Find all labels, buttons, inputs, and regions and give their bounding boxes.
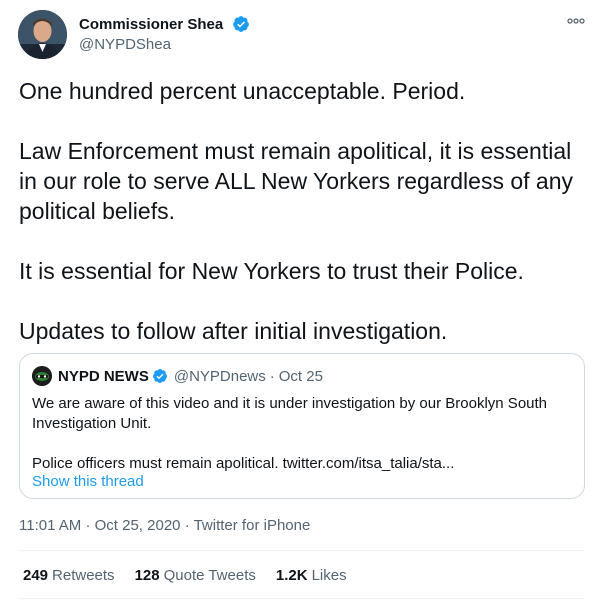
author-block: Commissioner Shea @NYPDShea — [79, 15, 250, 53]
likes-count: 1.2K — [275, 567, 308, 584]
likes-label: Likes — [311, 567, 347, 584]
more-options-icon[interactable] — [566, 14, 586, 28]
quoted-verified-icon — [152, 369, 167, 383]
tweet-meta: 11:01 AM · Oct 25, 2020 · Twitter for iP… — [19, 517, 310, 534]
tweet-date[interactable]: Oct 25, 2020 — [95, 517, 181, 534]
quoted-tweet-header: NYPD NEWS @NYPDnews · Oct 25 — [32, 366, 323, 386]
tweet-source[interactable]: Twitter for iPhone — [194, 517, 311, 534]
meta-separator: · — [184, 517, 190, 534]
quoted-author-name: NYPD NEWS — [58, 367, 149, 385]
quote-tweets-count: 128 — [134, 567, 160, 584]
author-avatar-image — [18, 10, 67, 59]
divider — [19, 598, 585, 599]
quoted-separator: · — [269, 367, 275, 385]
likes-stat[interactable]: 1.2K Likes — [276, 567, 347, 584]
tweet-time[interactable]: 11:01 AM — [19, 517, 81, 534]
retweets-label: Retweets — [52, 567, 115, 584]
quote-tweets-label: Quote Tweets — [163, 567, 256, 584]
show-thread-link[interactable]: Show this thread — [32, 473, 144, 490]
retweets-stat[interactable]: 249 Retweets — [23, 567, 115, 584]
quoted-author-handle: @NYPDnews — [173, 367, 266, 385]
quoted-tweet[interactable]: NYPD NEWS @NYPDnews · Oct 25 We are awar… — [19, 353, 585, 499]
quoted-avatar — [32, 366, 52, 386]
meta-separator: · — [85, 517, 91, 534]
verified-icon — [232, 16, 249, 32]
tweet-text: One hundred percent unacceptable. Period… — [19, 78, 573, 344]
quoted-date: Oct 25 — [278, 367, 323, 385]
author-handle[interactable]: @NYPDShea — [79, 36, 250, 53]
nypd-logo-icon — [32, 366, 52, 386]
retweets-count: 249 — [23, 567, 49, 584]
quoted-tweet-text: We are aware of this video and it is und… — [32, 395, 548, 472]
tweet-stats: 249 Retweets 128 Quote Tweets 1.2K Likes — [23, 567, 367, 584]
author-name[interactable]: Commissioner Shea — [79, 16, 223, 33]
author-avatar[interactable] — [18, 10, 67, 59]
quote-tweets-stat[interactable]: 128 Quote Tweets — [135, 567, 256, 584]
divider — [19, 550, 585, 551]
